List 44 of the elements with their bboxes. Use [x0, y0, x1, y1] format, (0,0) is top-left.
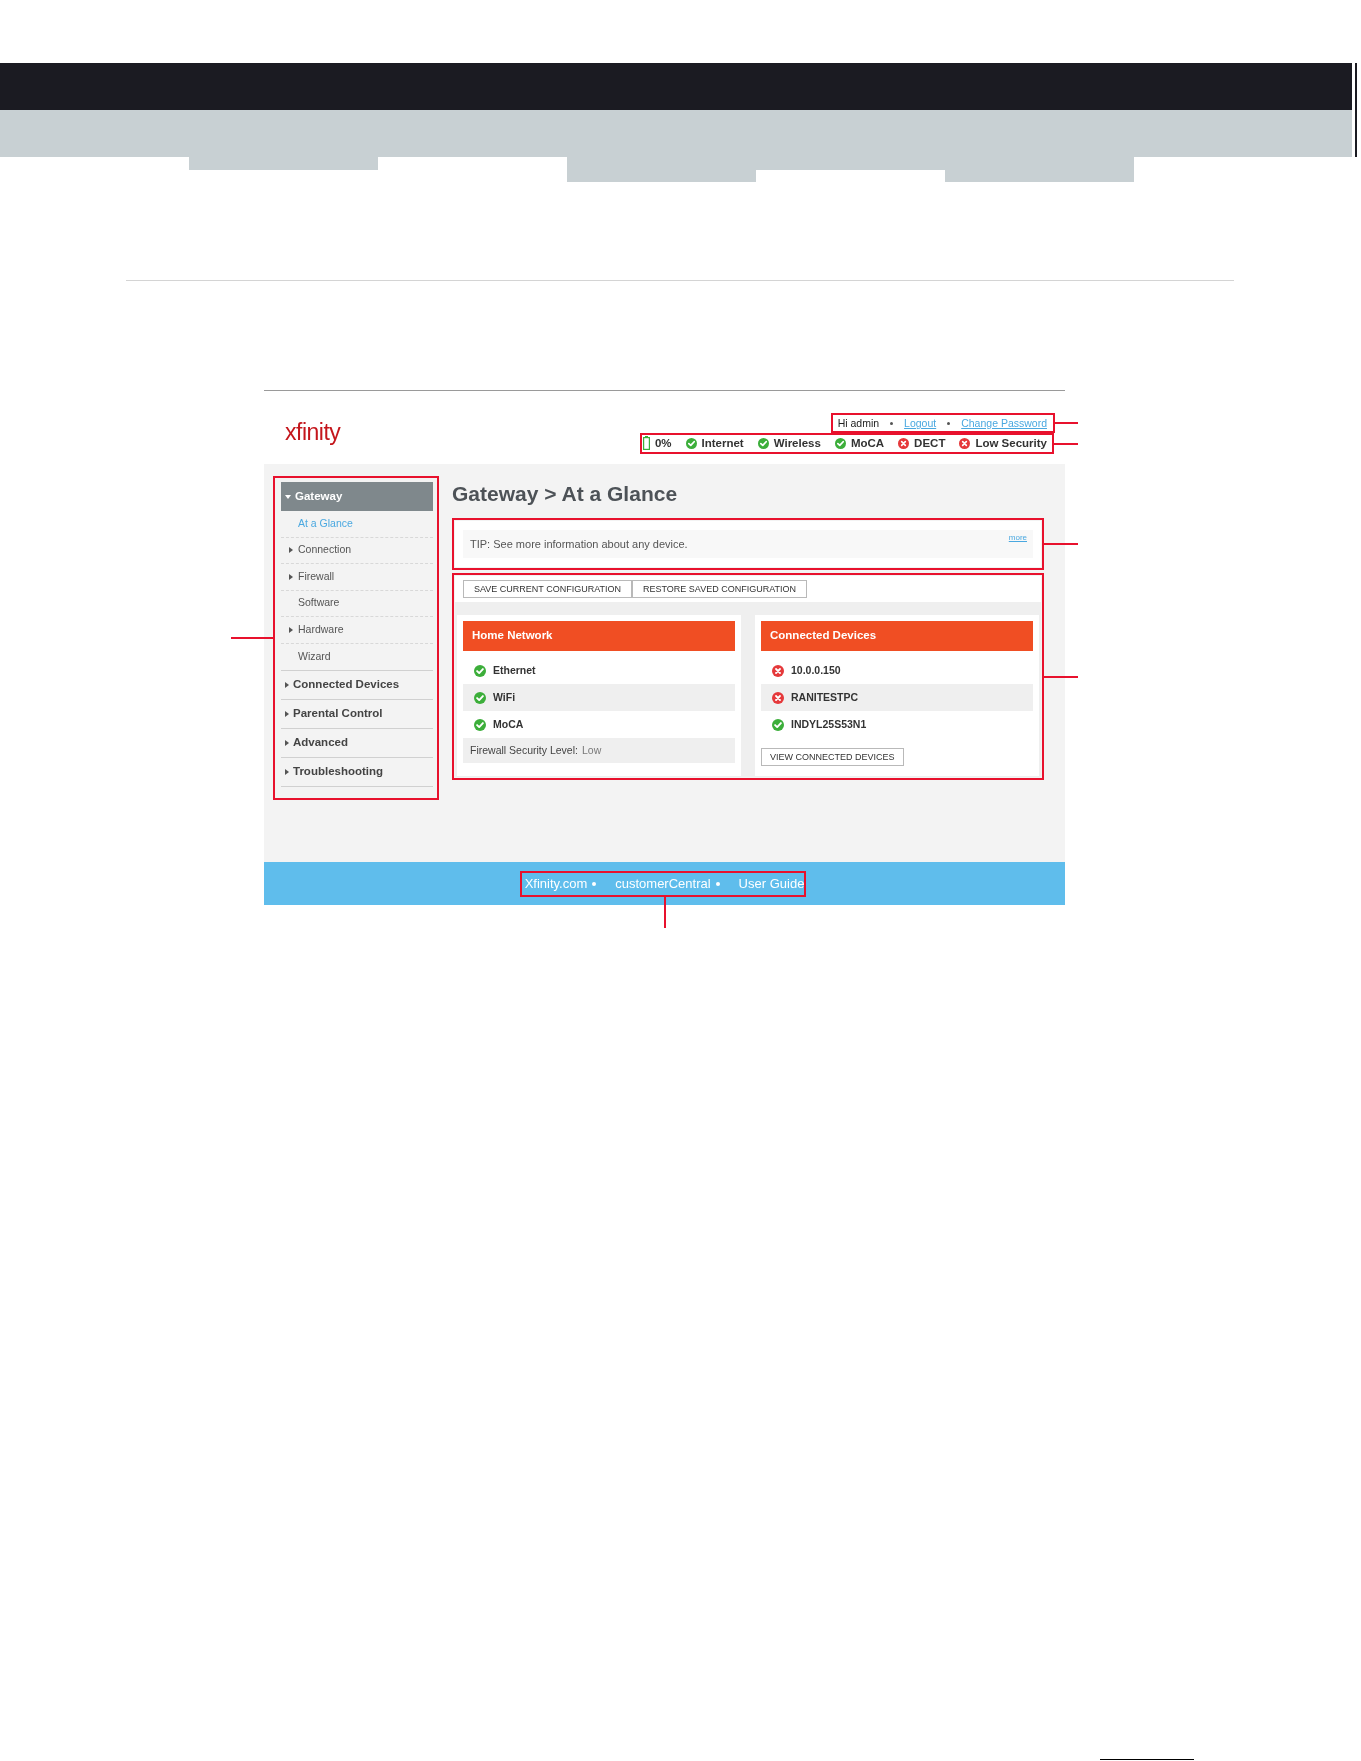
bullet-icon: [890, 421, 894, 425]
logo: xfinity: [285, 419, 341, 445]
item-label: Ethernet: [493, 662, 536, 678]
bullet-icon: [947, 421, 951, 425]
item-label: WiFi: [493, 689, 516, 705]
status-label: Low Security: [975, 436, 1047, 450]
status-label: Internet: [701, 436, 744, 450]
sidebar-item[interactable]: Troubleshooting: [281, 758, 433, 787]
item-label: RANITESTPC: [791, 689, 859, 705]
leader-line: [1044, 543, 1078, 545]
greeting-text: Hi admin: [837, 416, 880, 430]
bullet-icon: [592, 881, 597, 886]
sidebar-subitem[interactable]: Wizard: [281, 643, 433, 670]
sidebar-subitem[interactable]: Hardware: [281, 617, 433, 644]
card-header: Connected Devices: [761, 621, 1033, 651]
card-header: Home Network: [463, 621, 735, 651]
leader-line: [1055, 422, 1078, 424]
item-label: 10.0.0.150: [791, 662, 841, 678]
sidebar-subitem[interactable]: Connection: [281, 537, 433, 564]
sidebar-item[interactable]: Parental Control: [281, 700, 433, 729]
sidebar-item[interactable]: Connected Devices: [281, 671, 433, 700]
leader-line: [1044, 676, 1078, 678]
firewall-level-label: Firewall Security Level:: [470, 742, 578, 758]
battery-icon: [642, 436, 650, 450]
status-label: Wireless: [773, 436, 821, 450]
sidebar-subitem[interactable]: Software: [281, 590, 433, 617]
item-label: INDYL25S53N1: [791, 716, 867, 732]
status-label: DECT: [914, 436, 946, 450]
sidebar-item[interactable]: Advanced: [281, 729, 433, 758]
page-title: Gateway > At a Glance: [452, 482, 679, 506]
config-button[interactable]: RESTORE SAVED CONFIGURATION: [632, 580, 808, 598]
leader-line: [1054, 443, 1078, 445]
item-label: MoCA: [493, 716, 524, 732]
leader-line: [231, 637, 273, 639]
tip-text: TIP: See more information about any device.: [470, 537, 688, 551]
status-label: MoCA: [850, 436, 885, 450]
leader-line: [664, 897, 667, 928]
battery-level-text: 0%: [654, 436, 672, 450]
view-devices-button[interactable]: VIEW CONNECTED DEVICES: [761, 748, 904, 766]
sidebar-item[interactable]: Gateway: [281, 482, 433, 511]
bullet-icon: [715, 881, 720, 886]
config-button[interactable]: SAVE CURRENT CONFIGURATION: [463, 580, 632, 598]
firewall-level-value: Low: [581, 742, 602, 758]
sidebar-subitem[interactable]: Firewall: [281, 564, 433, 591]
